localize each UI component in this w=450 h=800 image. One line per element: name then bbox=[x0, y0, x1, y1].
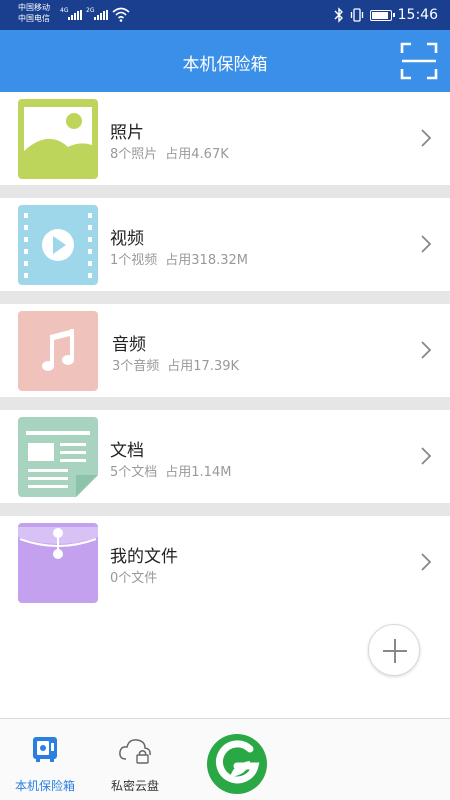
category-count: 0个文件 bbox=[110, 571, 158, 586]
divider bbox=[0, 185, 450, 198]
category-count: 8个照片 bbox=[110, 147, 158, 162]
document-icon bbox=[18, 417, 98, 497]
carrier-1: 中国移动 bbox=[18, 3, 50, 12]
category-item-videos[interactable]: 视频 1个视频 占用318.32M bbox=[0, 198, 450, 291]
vault-category-list: 照片 8个照片 占用4.67K 视频 1个视频 占用318.32M 音频 3个音… bbox=[0, 92, 450, 609]
chevron-right-icon bbox=[421, 447, 432, 465]
status-bar: 中国移动 中国电信 4G 2G 15:46 bbox=[0, 0, 450, 30]
app-logo[interactable] bbox=[206, 733, 268, 795]
chevron-right-icon bbox=[421, 553, 432, 571]
chevron-right-icon bbox=[421, 129, 432, 147]
nav-label: 私密云盘 bbox=[110, 779, 159, 793]
folder-icon bbox=[18, 523, 98, 603]
add-button[interactable] bbox=[368, 624, 420, 676]
category-title: 音频 bbox=[112, 335, 146, 355]
safe-icon bbox=[33, 737, 57, 762]
scan-button[interactable] bbox=[400, 42, 438, 80]
clock: 15:46 bbox=[397, 7, 438, 23]
cloud-lock-icon bbox=[119, 739, 151, 764]
category-usage: 占用318.32M bbox=[165, 253, 248, 268]
bluetooth-icon bbox=[334, 7, 343, 23]
vibrate-icon bbox=[350, 8, 363, 22]
app-header: 本机保险箱 bbox=[0, 30, 450, 92]
divider bbox=[0, 503, 450, 516]
scan-icon bbox=[400, 42, 438, 80]
category-count: 3个音频 bbox=[112, 359, 160, 374]
category-count: 5个文档 bbox=[110, 465, 158, 480]
category-title: 文档 bbox=[110, 441, 144, 461]
category-title: 照片 bbox=[110, 123, 144, 143]
music-icon bbox=[18, 311, 98, 391]
nav-label: 本机保险箱 bbox=[14, 779, 75, 793]
category-usage: 占用17.39K bbox=[167, 359, 240, 374]
wifi-icon bbox=[112, 7, 130, 22]
category-stats: 8个照片 占用4.67K bbox=[110, 143, 229, 162]
category-item-documents[interactable]: 文档 5个文档 占用1.14M bbox=[0, 410, 450, 503]
plus-icon bbox=[383, 639, 407, 663]
signal-bars-icon bbox=[68, 10, 84, 20]
category-item-my-files[interactable]: 我的文件 0个文件 bbox=[0, 516, 450, 609]
nav-tab-local-vault[interactable]: 本机保险箱 bbox=[0, 719, 90, 800]
category-stats: 5个文档 占用1.14M bbox=[110, 461, 231, 480]
photo-icon bbox=[18, 99, 98, 179]
category-stats: 1个视频 占用318.32M bbox=[110, 249, 248, 268]
category-count: 1个视频 bbox=[110, 253, 158, 268]
category-title: 我的文件 bbox=[110, 547, 178, 567]
page-title: 本机保险箱 bbox=[182, 55, 268, 75]
category-stats: 0个文件 bbox=[110, 567, 157, 586]
chevron-right-icon bbox=[421, 341, 432, 359]
status-right: 15:46 bbox=[334, 6, 438, 24]
carrier-2: 中国电信 bbox=[18, 14, 50, 23]
divider bbox=[0, 291, 450, 304]
battery-icon bbox=[369, 9, 395, 21]
category-item-photos[interactable]: 照片 8个照片 占用4.67K bbox=[0, 92, 450, 185]
category-stats: 3个音频 占用17.39K bbox=[112, 355, 239, 374]
signal-bars-icon bbox=[94, 10, 110, 20]
category-title: 视频 bbox=[110, 229, 144, 249]
category-usage: 占用4.67K bbox=[165, 147, 229, 162]
category-item-audio[interactable]: 音频 3个音频 占用17.39K bbox=[0, 304, 450, 397]
chevron-right-icon bbox=[421, 235, 432, 253]
carrier-names: 中国移动 中国电信 bbox=[18, 2, 50, 24]
bottom-navigation: 本机保险箱 私密云盘 bbox=[0, 718, 450, 800]
divider bbox=[0, 397, 450, 410]
video-icon bbox=[18, 205, 98, 285]
category-usage: 占用1.14M bbox=[165, 465, 232, 480]
nav-tab-private-cloud[interactable]: 私密云盘 bbox=[90, 719, 180, 800]
